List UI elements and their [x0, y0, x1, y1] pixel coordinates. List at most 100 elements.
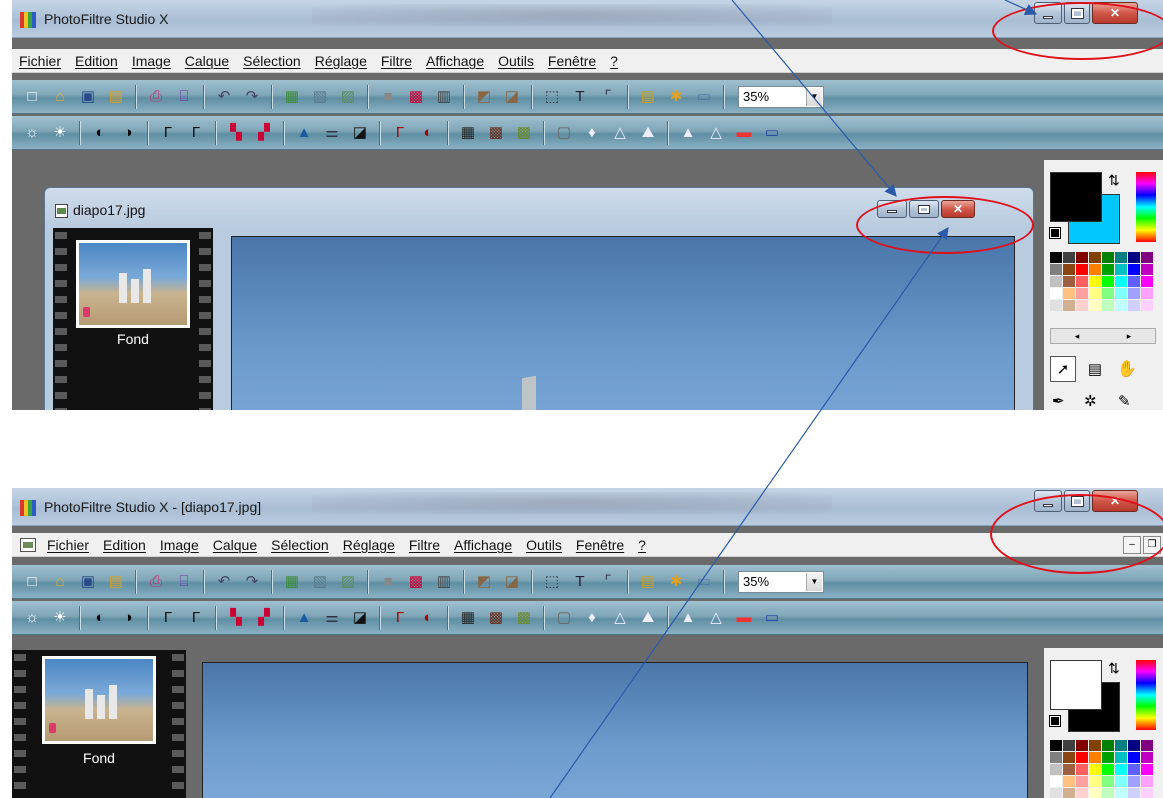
selection-tool-icon[interactable]: ⌜ [596, 570, 620, 594]
color-swatch[interactable] [1128, 252, 1140, 263]
auto-levels-icon[interactable]: Γ [388, 606, 412, 630]
color-swatch[interactable] [1115, 764, 1127, 775]
color-swatch[interactable] [1141, 300, 1153, 311]
triangle-icon[interactable]: ▲ [676, 121, 700, 145]
new-file-icon[interactable]: □ [20, 570, 44, 594]
folder-tree-icon[interactable]: ▤ [636, 570, 660, 594]
swap-colors-icon[interactable]: ⇅ [1108, 172, 1120, 189]
brightness-plus-icon[interactable]: ☀ [48, 606, 72, 630]
menu-item[interactable]: Fichier [40, 537, 96, 553]
menu-item[interactable]: ? [631, 537, 653, 553]
crop-icon[interactable]: ▨ [336, 85, 360, 109]
color-swatch[interactable] [1050, 276, 1062, 287]
text-icon[interactable]: T [568, 85, 592, 109]
menu-item[interactable]: Image [153, 537, 206, 553]
drop-icon[interactable]: ♦ [580, 121, 604, 145]
triangle-icon[interactable]: ▲ [676, 606, 700, 630]
menu-item[interactable]: Outils [519, 537, 569, 553]
color-swatch[interactable] [1115, 752, 1127, 763]
crop-icon[interactable]: ▨ [336, 570, 360, 594]
color-swatch[interactable] [1141, 752, 1153, 763]
mdi-document-icon[interactable] [20, 537, 36, 552]
menu-item[interactable]: Sélection [236, 53, 308, 69]
color-swatch[interactable] [1115, 252, 1127, 263]
saturation-plus-icon[interactable]: ▞ [252, 606, 276, 630]
scan-icon[interactable]: ⌸ [172, 85, 196, 109]
levels-icon[interactable]: ▲ [292, 121, 316, 145]
sharpen-icon[interactable]: △ [608, 606, 632, 630]
menu-item[interactable]: Image [125, 53, 178, 69]
undo-icon[interactable]: ↶ [212, 85, 236, 109]
window-icon[interactable]: ▭ [692, 570, 716, 594]
color-swatch[interactable] [1141, 740, 1153, 751]
menu-item[interactable]: Sélection [264, 537, 336, 553]
triangle2-icon[interactable]: △ [704, 121, 728, 145]
menu-item[interactable]: Fenêtre [569, 537, 631, 553]
folder-tree-icon[interactable]: ▤ [636, 85, 660, 109]
color-swatch[interactable] [1089, 788, 1101, 798]
color-swatch[interactable] [1141, 276, 1153, 287]
color-swatch[interactable] [1063, 788, 1075, 798]
selection-icon[interactable]: ⬚ [540, 570, 564, 594]
levels-icon[interactable]: ▲ [292, 606, 316, 630]
color-palette-icon[interactable]: ▩ [404, 570, 428, 594]
new-file-icon[interactable]: □ [20, 85, 44, 109]
layer-thumbnail[interactable] [42, 656, 156, 744]
transform2-icon[interactable]: ◪ [500, 570, 524, 594]
gamma-minus-icon[interactable]: Γ [156, 606, 180, 630]
canvas-size-icon[interactable]: ▧ [308, 570, 332, 594]
color-swatch[interactable] [1063, 288, 1075, 299]
transform-icon[interactable]: ◩ [472, 85, 496, 109]
color-swatch[interactable] [1141, 788, 1153, 798]
menu-item[interactable]: Filtre [402, 537, 447, 553]
auto-contrast-icon[interactable]: ◐ [416, 606, 440, 630]
color-swatch[interactable] [1115, 264, 1127, 275]
color-swatch[interactable] [1089, 740, 1101, 751]
color-swatch[interactable] [1063, 276, 1075, 287]
color-swatch[interactable] [1076, 276, 1088, 287]
color-swatch[interactable] [1115, 776, 1127, 787]
color-swatch[interactable] [1102, 300, 1114, 311]
open-folder-icon[interactable]: ⌂ [48, 85, 72, 109]
menu-item[interactable]: Filtre [374, 53, 419, 69]
color-swatch[interactable] [1128, 788, 1140, 798]
print-icon[interactable]: ⎙ [144, 570, 168, 594]
color-swatch[interactable] [1076, 764, 1088, 775]
save-icon[interactable]: ▣ [76, 570, 100, 594]
menu-item[interactable]: Calque [206, 537, 264, 553]
effects-icon[interactable]: ✱ [664, 85, 688, 109]
color-swatch[interactable] [1050, 740, 1062, 751]
color-swatch[interactable] [1102, 788, 1114, 798]
image-size-icon[interactable]: ▦ [280, 85, 304, 109]
color-swatch[interactable] [1128, 764, 1140, 775]
text-icon[interactable]: T [568, 570, 592, 594]
blur-icon[interactable]: ▢ [552, 606, 576, 630]
color-swatch[interactable] [1089, 776, 1101, 787]
color-swatch[interactable] [1128, 276, 1140, 287]
balance-icon[interactable]: ⚌ [320, 606, 344, 630]
image-canvas[interactable] [202, 662, 1028, 798]
color-swatch[interactable] [1076, 776, 1088, 787]
color-swatch[interactable] [1089, 264, 1101, 275]
gradient-icon[interactable]: ▬ [732, 121, 756, 145]
contrast-plus-icon[interactable]: ◑ [116, 606, 140, 630]
color-swatch[interactable] [1089, 276, 1101, 287]
color-swatch[interactable] [1089, 752, 1101, 763]
color-swatch[interactable] [1141, 776, 1153, 787]
effects-icon[interactable]: ✱ [664, 570, 688, 594]
color-swatch[interactable] [1076, 740, 1088, 751]
blur-icon[interactable]: ▢ [552, 121, 576, 145]
mosaic-icon[interactable]: ▦ [456, 606, 480, 630]
image-canvas[interactable] [231, 236, 1015, 410]
grayscale-icon[interactable]: ■ [376, 570, 400, 594]
auto-levels-icon[interactable]: Γ [388, 121, 412, 145]
palette-scrollbar[interactable]: ◂ ▸ [1050, 328, 1156, 344]
gamma-plus-icon[interactable]: Γ [184, 606, 208, 630]
color-swatch[interactable] [1050, 252, 1062, 263]
hand-tool-icon[interactable]: ✋ [1116, 358, 1138, 380]
menu-item[interactable]: Réglage [308, 53, 374, 69]
sharpen-icon[interactable]: △ [608, 121, 632, 145]
threshold-icon[interactable]: ◪ [348, 121, 372, 145]
color-swatch[interactable] [1050, 776, 1062, 787]
gamma-plus-icon[interactable]: Γ [184, 121, 208, 145]
